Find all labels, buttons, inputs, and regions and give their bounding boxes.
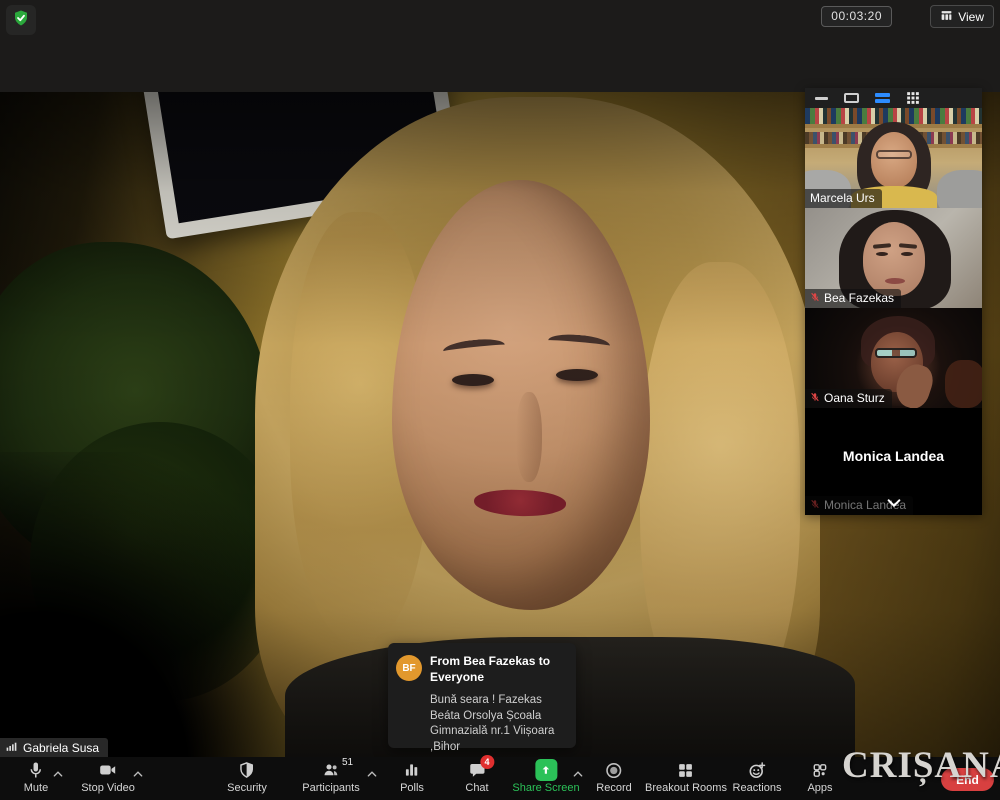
speaker-view-icon[interactable] bbox=[844, 93, 859, 103]
participant-strip-panel: Marcela Urs Bea Fazekas bbox=[805, 88, 982, 515]
connection-signal-icon bbox=[5, 740, 18, 756]
participant-face bbox=[863, 222, 925, 296]
end-meeting-button[interactable]: End bbox=[941, 768, 994, 791]
avatar: BF bbox=[396, 655, 422, 681]
participant-lips bbox=[885, 278, 905, 284]
participant-glasses bbox=[875, 348, 917, 358]
participant-glasses bbox=[876, 150, 912, 159]
zoom-meeting-window: 00:03:20 View Marcel bbox=[0, 0, 1000, 800]
polls-bars-icon bbox=[404, 760, 421, 780]
muted-mic-icon bbox=[810, 498, 820, 512]
top-bar: 00:03:20 View bbox=[0, 0, 1000, 92]
chair-art bbox=[945, 360, 982, 408]
participant-eye bbox=[901, 252, 913, 256]
participant-tile[interactable]: Oana Sturz bbox=[805, 308, 982, 408]
apps-icon bbox=[811, 760, 828, 780]
participant-tile[interactable]: Bea Fazekas bbox=[805, 208, 982, 308]
participant-name: Bea Fazekas bbox=[824, 291, 894, 305]
share-screen-icon bbox=[535, 760, 557, 780]
reactions-button[interactable]: Reactions bbox=[733, 760, 782, 794]
participant-name-label: Bea Fazekas bbox=[805, 289, 901, 308]
muted-mic-icon bbox=[810, 391, 820, 405]
share-options-chevron-icon[interactable] bbox=[573, 765, 584, 783]
participant-tile[interactable]: Marcela Urs bbox=[805, 108, 982, 208]
participants-count: 51 bbox=[342, 757, 353, 768]
participant-eye bbox=[876, 252, 888, 256]
participant-display-name: Monica Landea bbox=[805, 448, 982, 464]
video-camera-icon bbox=[98, 760, 119, 780]
participant-name-label: Marcela Urs bbox=[805, 189, 882, 208]
breakout-rooms-button[interactable]: Breakout Rooms bbox=[645, 760, 727, 794]
chevron-down-icon[interactable] bbox=[886, 495, 902, 513]
record-icon bbox=[605, 760, 624, 780]
self-name-tag: Gabriela Susa bbox=[0, 738, 108, 758]
muted-mic-icon bbox=[810, 291, 820, 305]
couch-art bbox=[937, 170, 982, 208]
minimize-icon[interactable] bbox=[815, 97, 828, 100]
reactions-smiley-icon bbox=[747, 760, 766, 780]
apps-button[interactable]: Apps bbox=[807, 760, 832, 794]
participants-icon: 51 bbox=[320, 760, 342, 780]
meeting-info-button[interactable] bbox=[6, 5, 36, 35]
meeting-timer: 00:03:20 bbox=[821, 6, 892, 27]
record-button[interactable]: Record bbox=[596, 760, 631, 794]
microphone-icon bbox=[27, 760, 45, 780]
self-name: Gabriela Susa bbox=[23, 741, 99, 755]
participant-face bbox=[871, 132, 917, 188]
participants-button[interactable]: 51 Participants bbox=[302, 760, 359, 794]
meeting-toolbar: Mute Stop Video Security 51 Participan bbox=[0, 757, 1000, 800]
mute-button[interactable]: Mute bbox=[24, 760, 48, 794]
gallery-view-icon[interactable] bbox=[906, 91, 920, 105]
view-button-label: View bbox=[958, 10, 984, 24]
share-screen-button[interactable]: Share Screen bbox=[512, 760, 579, 794]
participant-name-label: Oana Sturz bbox=[805, 389, 892, 408]
strip-view-controls bbox=[805, 88, 982, 108]
chat-button[interactable]: 4 Chat bbox=[465, 760, 488, 794]
participant-name: Oana Sturz bbox=[824, 391, 885, 405]
stop-video-button[interactable]: Stop Video bbox=[81, 760, 135, 794]
video-options-chevron-icon[interactable] bbox=[133, 765, 144, 783]
security-shield-icon bbox=[239, 760, 256, 780]
security-button[interactable]: Security bbox=[227, 760, 267, 794]
chat-bubble-icon: 4 bbox=[468, 760, 486, 780]
shield-check-icon bbox=[12, 9, 30, 32]
breakout-rooms-icon bbox=[678, 760, 695, 780]
participant-name: Marcela Urs bbox=[810, 191, 875, 205]
view-layout-icon bbox=[940, 9, 953, 25]
polls-button[interactable]: Polls bbox=[400, 760, 424, 794]
chat-unread-badge: 4 bbox=[480, 755, 494, 769]
participant-tile[interactable]: Monica Landea Monica Landea bbox=[805, 408, 982, 515]
chat-popup-title: From Bea Fazekas to Everyone bbox=[430, 653, 570, 685]
chat-popup-message: Bună seara ! Fazekas Beáta Orsolya Școal… bbox=[430, 693, 575, 755]
strip-view-icon[interactable] bbox=[875, 93, 890, 103]
view-button[interactable]: View bbox=[930, 5, 994, 28]
participants-options-chevron-icon[interactable] bbox=[367, 765, 378, 783]
chat-notification-popup[interactable]: BF From Bea Fazekas to Everyone Bună sea… bbox=[388, 643, 576, 748]
mute-options-chevron-icon[interactable] bbox=[53, 765, 64, 783]
